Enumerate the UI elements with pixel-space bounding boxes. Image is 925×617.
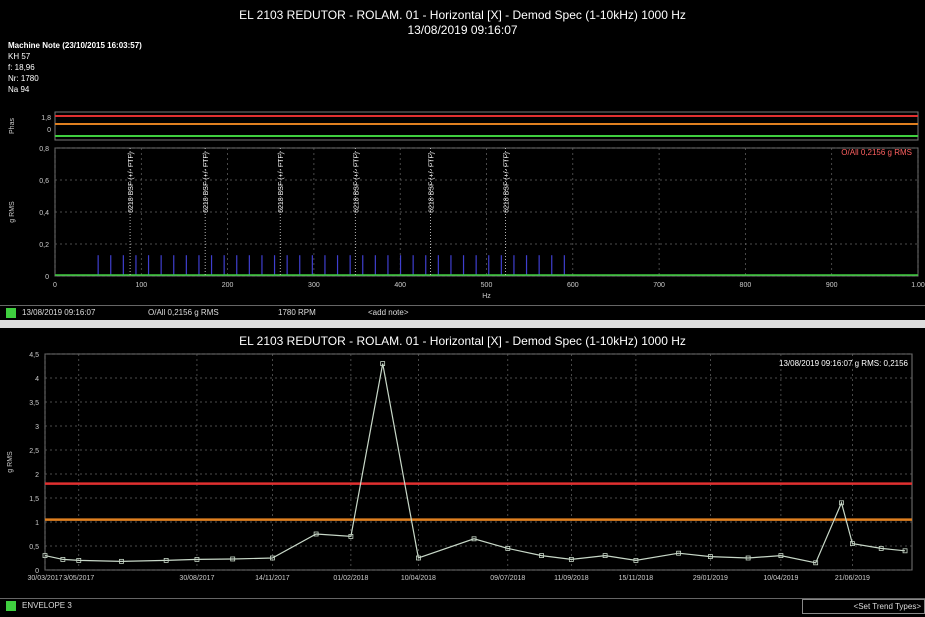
spectrum-x-tick-label: 600 xyxy=(567,282,579,289)
trend-x-tick-label: 10/04/2018 xyxy=(401,575,436,582)
spectrum-panel: EL 2103 REDUTOR - ROLAM. 01 - Horizontal… xyxy=(0,0,925,320)
trend-y-tick-label: 2 xyxy=(35,472,39,479)
trend-plot-frame xyxy=(44,353,913,571)
spectrum-x-axis-label: Hz xyxy=(482,293,491,300)
phase-tick-label: 1,8 xyxy=(41,115,51,122)
spectrum-x-tick-label: 200 xyxy=(222,282,234,289)
spectrum-x-tick-label: 500 xyxy=(481,282,493,289)
spectrum-x-tick-label: 700 xyxy=(653,282,665,289)
trend-x-tick-label: 10/04/2019 xyxy=(763,575,798,582)
phase-axis-label: Phas xyxy=(9,118,16,134)
trend-y-tick-label: 2,5 xyxy=(29,448,39,455)
trend-y-tick-label: 0 xyxy=(35,568,39,575)
spectrum-y-axis-label: g RMS xyxy=(9,201,16,223)
fault-marker-label: 6218 BSF (+/- FTF) xyxy=(428,152,435,213)
trend-y-tick-label: 3,5 xyxy=(29,400,39,407)
spectrum-y-tick-label: 0,6 xyxy=(39,178,49,185)
trend-x-tick-label: 3/05/2017 xyxy=(63,575,94,582)
trend-y-tick-label: 1,5 xyxy=(29,496,39,503)
trend-y-tick-label: 4 xyxy=(35,376,39,383)
spectrum-status-bar: 13/08/2019 09:16:07 O/All 0,2156 g RMS 1… xyxy=(0,305,925,320)
spectrum-x-tick-label: 0 xyxy=(53,282,57,289)
fault-marker-label: 6218 BSF (+/- FTF) xyxy=(128,152,135,213)
add-note-link[interactable]: <add note> xyxy=(368,308,408,317)
panel-divider xyxy=(0,320,925,328)
trend-y-tick-label: 3 xyxy=(35,424,39,431)
phase-tick-label: 0 xyxy=(47,127,51,134)
trend-x-tick-label: 21/06/2019 xyxy=(835,575,870,582)
trend-legend-swatch xyxy=(6,601,16,611)
trend-y-tick-label: 0,5 xyxy=(29,544,39,551)
spectrum-x-tick-label: 800 xyxy=(740,282,752,289)
spectrum-chart[interactable]: Phas 1,8000,20,40,60,80 100 200 300 400 500 600… xyxy=(0,0,925,308)
spectrum-y-tick-label: 0,2 xyxy=(39,242,49,249)
spectrum-y-tick-label: 0 xyxy=(45,274,49,281)
spectrum-x-tick-label: 1.00 xyxy=(911,282,925,289)
trend-cursor-annotation: 13/08/2019 09:16:07 g RMS: 0,2156 xyxy=(779,359,909,368)
trend-status-bar: ENVELOPE 3 <Set Trend Types> xyxy=(0,598,925,614)
fault-marker-label: 6218 BSF (+/- FTF) xyxy=(278,152,285,213)
spectrum-y-tick-label: 0,4 xyxy=(39,210,49,217)
trend-x-tick-label: 29/01/2019 xyxy=(693,575,728,582)
trend-x-tick-label: 01/02/2018 xyxy=(333,575,368,582)
spectrum-x-tick-label: 900 xyxy=(826,282,838,289)
trend-panel: EL 2103 REDUTOR - ROLAM. 01 - Horizontal… xyxy=(0,328,925,617)
status-timestamp: 13/08/2019 09:16:07 xyxy=(22,308,96,317)
spectrum-x-tick-label: 100 xyxy=(135,282,147,289)
status-rpm: 1780 RPM xyxy=(278,308,316,317)
spectrum-x-tick-label: 300 xyxy=(308,282,320,289)
trend-series-line xyxy=(44,363,906,564)
trend-y-tick-label: 1 xyxy=(35,520,39,527)
spectrum-x-tick-label: 400 xyxy=(394,282,406,289)
overall-value-label: O/All 0,2156 g RMS xyxy=(841,148,912,157)
set-trend-types-button[interactable]: <Set Trend Types> xyxy=(802,599,925,614)
trend-x-tick-label: 14/11/2017 xyxy=(255,575,290,582)
trend-x-tick-label: 09/07/2018 xyxy=(490,575,525,582)
trend-y-axis-label: g RMS xyxy=(7,451,14,473)
trend-legend-label: ENVELOPE 3 xyxy=(22,601,72,610)
trend-chart[interactable]: 0 0,5 1 1,5 2 2,5 3 3,5 4 4,5 g RMS 30/03/2017 3/05/… xyxy=(0,328,925,617)
fault-marker-label: 6218 BSF (+/- FTF) xyxy=(353,152,360,213)
trend-x-tick-label: 30/08/2017 xyxy=(179,575,214,582)
spectrum-legend-swatch xyxy=(6,308,16,318)
fault-marker-label: 6218 BSF (+/- FTF) xyxy=(503,152,510,213)
trend-x-tick-label: 15/11/2018 xyxy=(619,575,654,582)
trend-y-tick-label: 4,5 xyxy=(29,352,39,359)
trend-x-tick-label: 30/03/2017 xyxy=(27,575,62,582)
trend-x-tick-label: 11/09/2018 xyxy=(554,575,589,582)
status-overall: O/All 0,2156 g RMS xyxy=(148,308,219,317)
spectrum-y-tick-label: 0,8 xyxy=(39,146,49,153)
fault-marker-label: 6218 BSF (+/- FTF) xyxy=(203,152,210,213)
